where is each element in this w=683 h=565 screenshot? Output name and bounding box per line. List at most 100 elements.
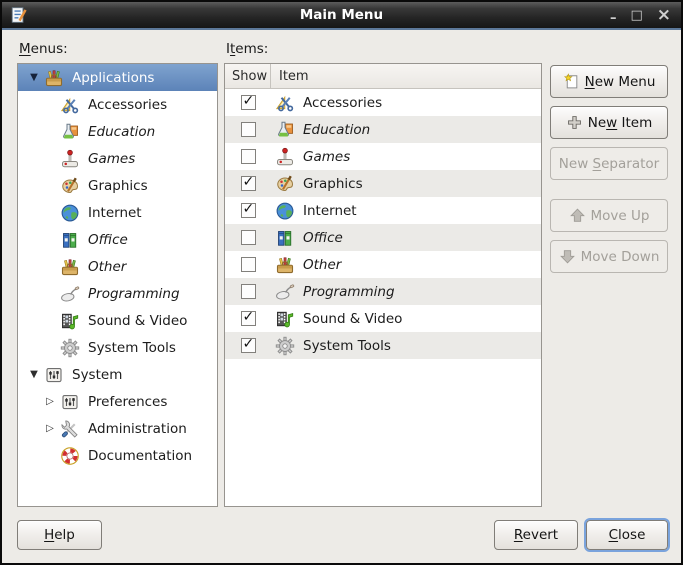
table-row[interactable]: Internet [225, 197, 541, 224]
close-icon[interactable]: × [657, 6, 671, 24]
tree-item[interactable]: System [18, 361, 217, 388]
arrow-down-icon [559, 248, 576, 265]
tree-item[interactable]: Preferences [18, 388, 217, 415]
tree-item[interactable]: Graphics [18, 172, 217, 199]
show-checkbox[interactable] [240, 336, 256, 353]
category-icon [60, 257, 80, 277]
show-checkbox[interactable] [240, 174, 256, 191]
move-down-label: Move Down [580, 248, 660, 265]
column-header-show[interactable]: Show [225, 64, 271, 88]
tree-item[interactable]: Education [18, 118, 217, 145]
category-icon [275, 282, 295, 302]
table-row[interactable]: Education [225, 116, 541, 143]
category-icon [60, 338, 80, 358]
expander-icon[interactable] [26, 369, 42, 380]
item-cell: Graphics [271, 174, 363, 194]
expander-icon[interactable] [26, 72, 42, 83]
close-button[interactable]: Close [584, 518, 670, 552]
app-icon [10, 6, 28, 24]
tree-item[interactable]: Programming [18, 280, 217, 307]
category-icon [275, 120, 295, 140]
category-icon [60, 311, 80, 331]
tree-item[interactable]: Internet [18, 199, 217, 226]
item-label: Other [303, 256, 342, 273]
item-label: Internet [303, 202, 357, 219]
maximize-icon[interactable]: □ [630, 9, 642, 22]
tree-item-label: Programming [88, 285, 180, 302]
table-row[interactable]: Office [225, 224, 541, 251]
table-row[interactable]: Sound & Video [225, 305, 541, 332]
tree-item[interactable]: System Tools [18, 334, 217, 361]
menus-label: Menus: [19, 41, 68, 57]
show-cell [225, 93, 271, 110]
titlebar[interactable]: Main Menu – □ × [2, 2, 681, 30]
table-row[interactable]: System Tools [225, 332, 541, 359]
tree-item[interactable]: Applications [18, 64, 217, 91]
items-label: Items: [226, 41, 269, 57]
item-label: Games [303, 148, 351, 165]
item-cell: Accessories [271, 93, 382, 113]
tree-item[interactable]: Other [18, 253, 217, 280]
new-document-icon [563, 73, 580, 90]
new-separator-label: New Separator [558, 155, 660, 172]
expander-icon[interactable] [42, 423, 58, 434]
category-icon [275, 93, 295, 113]
tree-item[interactable]: Administration [18, 415, 217, 442]
category-icon [60, 392, 80, 412]
show-checkbox[interactable] [240, 284, 256, 299]
tree-item-label: System [72, 366, 123, 383]
help-button[interactable]: Help [17, 520, 102, 550]
revert-button[interactable]: Revert [494, 520, 578, 550]
table-row[interactable]: Accessories [225, 89, 541, 116]
category-icon [275, 228, 295, 248]
arrow-up-icon [569, 207, 586, 224]
show-cell [225, 174, 271, 191]
tree-item-label: Administration [88, 420, 187, 437]
item-label: Graphics [303, 175, 363, 192]
new-menu-button[interactable]: New Menu [550, 65, 668, 98]
tree-item-label: Accessories [88, 96, 168, 113]
show-checkbox[interactable] [240, 93, 256, 110]
column-header-item[interactable]: Item [271, 69, 309, 84]
tree-item[interactable]: Accessories [18, 91, 217, 118]
tree-item-label: Office [88, 231, 128, 248]
item-label: Education [303, 121, 371, 138]
table-row[interactable]: Other [225, 251, 541, 278]
show-checkbox[interactable] [240, 201, 256, 218]
show-cell [225, 201, 271, 218]
category-icon [275, 255, 295, 275]
table-row[interactable]: Programming [225, 278, 541, 305]
expander-icon[interactable] [42, 396, 58, 407]
show-checkbox[interactable] [240, 230, 256, 245]
item-cell: Games [271, 147, 350, 167]
item-label: Office [303, 229, 343, 246]
move-up-label: Move Up [590, 207, 650, 224]
move-down-button[interactable]: Move Down [550, 240, 668, 273]
menus-tree: Applications Accessories Education Games [17, 63, 218, 507]
table-row[interactable]: Graphics [225, 170, 541, 197]
category-icon [60, 95, 80, 115]
minimize-icon[interactable]: – [610, 12, 617, 25]
tree-item-label: Other [88, 258, 127, 275]
show-checkbox[interactable] [240, 149, 256, 164]
new-separator-button[interactable]: New Separator [550, 147, 668, 180]
table-row[interactable]: Games [225, 143, 541, 170]
item-cell: Office [271, 228, 343, 248]
tree-item[interactable]: Sound & Video [18, 307, 217, 334]
tree-item[interactable]: Games [18, 145, 217, 172]
new-item-button[interactable]: New Item [550, 106, 668, 139]
category-icon [275, 336, 295, 356]
help-label: Help [44, 527, 75, 543]
move-up-button[interactable]: Move Up [550, 199, 668, 232]
tree-item[interactable]: Documentation [18, 442, 217, 469]
show-checkbox[interactable] [240, 122, 256, 137]
table-body: Accessories Education [225, 89, 541, 359]
show-cell [225, 284, 271, 299]
show-checkbox[interactable] [240, 257, 256, 272]
item-label: Sound & Video [303, 310, 403, 327]
tree-item-label: Applications [72, 69, 155, 86]
show-checkbox[interactable] [240, 309, 256, 326]
window-controls: – □ × [610, 2, 671, 28]
tree-item[interactable]: Office [18, 226, 217, 253]
new-menu-label: New Menu [584, 73, 656, 90]
